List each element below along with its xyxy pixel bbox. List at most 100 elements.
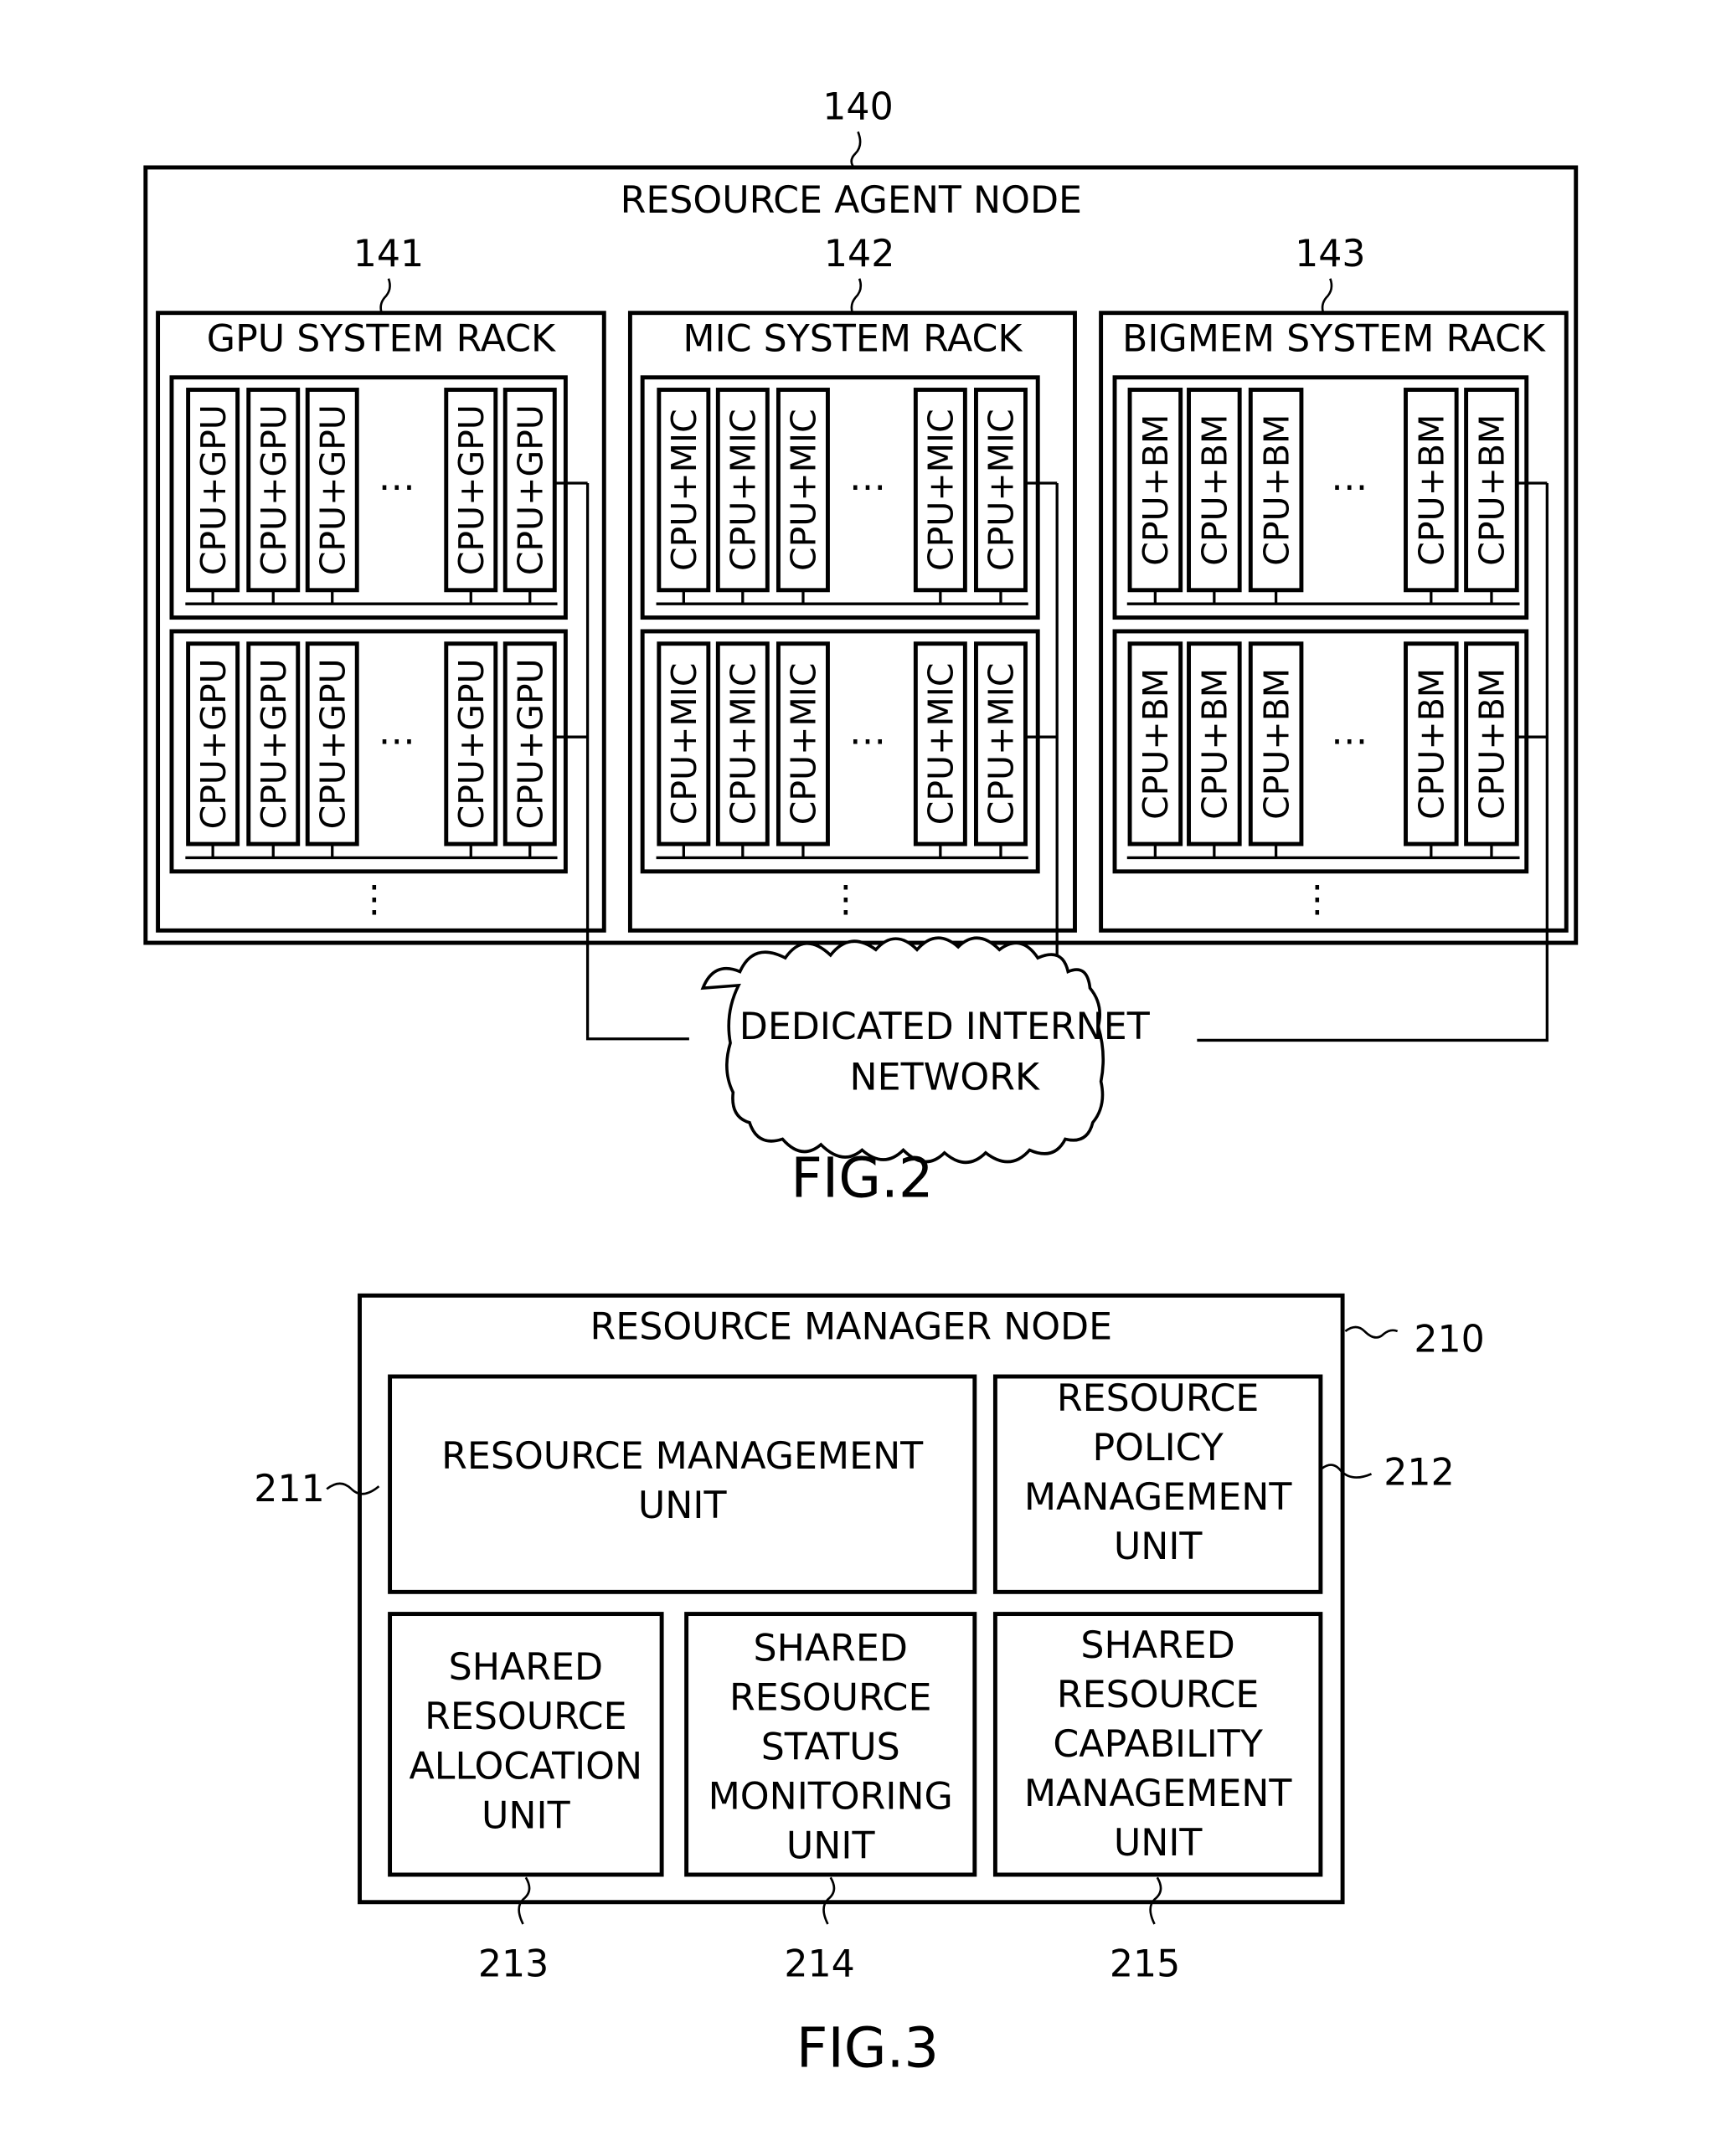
unit-label-line: RESOURCE MANAGEMENT (441, 1435, 924, 1478)
card-label: CPU+MIC (921, 409, 961, 571)
more-cards-ellipsis: … (1331, 456, 1368, 499)
card-label: CPU+MIC (982, 409, 1022, 571)
compute-node-card: CPU+BM (1127, 388, 1183, 605)
card-label: CPU+BM (1136, 414, 1176, 566)
compute-node-card: CPU+MIC (913, 388, 967, 605)
ref-140: 140 (822, 86, 893, 129)
card-label: CPU+MIC (921, 663, 961, 826)
unit-label-line: SHARED (449, 1646, 603, 1689)
unit-label-line: STATUS (761, 1726, 900, 1768)
compute-node-card: CPU+BM (1127, 641, 1183, 858)
ref-141: 141 (353, 233, 424, 275)
rack-box (1099, 311, 1569, 933)
leader-143 (1321, 278, 1333, 314)
unit-label-line: MANAGEMENT (1024, 1476, 1293, 1519)
card-label: CPU+MIC (724, 409, 764, 571)
card-label: CPU+BM (1256, 668, 1296, 820)
more-subracks-ellipsis: ⋮ (356, 877, 393, 920)
compute-node-card: CPU+GPU (502, 388, 557, 605)
leader-142 (850, 278, 863, 314)
card-label: CPU+BM (1136, 668, 1176, 820)
leader-211 (326, 1482, 380, 1495)
card-label: CPU+GPU (312, 404, 353, 575)
unit-label-line: CAPABILITY (1053, 1723, 1263, 1766)
leader-140 (850, 131, 862, 168)
unit-212: RESOURCE POLICY MANAGEMENT UNIT 212 (992, 1374, 1455, 1594)
compute-node-card: CPU+GPU (186, 641, 240, 858)
leader-210 (1344, 1325, 1399, 1339)
more-cards-ellipsis: … (1331, 710, 1368, 753)
resource-manager-node-title: RESOURCE MANAGER NODE (590, 1306, 1113, 1349)
fig3-caption: FIG.3 (796, 2016, 939, 2080)
card-label: CPU+BM (1195, 414, 1235, 566)
resource-agent-node-title: RESOURCE AGENT NODE (621, 179, 1082, 222)
more-cards-ellipsis: … (379, 456, 415, 499)
leader-212 (1321, 1464, 1373, 1479)
card-label: CPU+GPU (193, 404, 234, 575)
compute-node-card: CPU+GPU (502, 641, 557, 858)
card-label: CPU+GPU (254, 658, 294, 829)
unit-label-line: UNIT (786, 1824, 876, 1867)
more-subracks-ellipsis: ⋮ (827, 877, 864, 920)
unit-label-line: MANAGEMENT (1024, 1773, 1293, 1815)
compute-node-card: CPU+BM (1464, 388, 1519, 605)
compute-node-card: CPU+GPU (246, 388, 301, 605)
compute-node-card: CPU+GPU (305, 388, 359, 605)
card-label: CPU+BM (1412, 414, 1452, 566)
unit-215: SHARED RESOURCE CAPABILITY MANAGEMENT UNIT 21… (992, 1612, 1323, 1985)
compute-node-card: CPU+MIC (657, 388, 711, 605)
sub-rack: CPU+MIC CPU+MIC CPU+MIC CPU+MIC CPU+MIC… (640, 375, 1058, 620)
ref-211: 211 (254, 1468, 324, 1510)
card-label: CPU+BM (1195, 668, 1235, 820)
rack-title: MIC SYSTEM RACK (683, 318, 1023, 361)
compute-node-card: CPU+BM (1404, 388, 1459, 605)
card-label: CPU+GPU (193, 658, 234, 829)
fig2: 140 RESOURCE AGENT NODE 141 GPU SYSTEM RA… (143, 86, 1579, 1210)
unit-label-line: RESOURCE (1057, 1674, 1259, 1716)
rack-142: 142MIC SYSTEM RACKCPU+MIC CPU+MIC CPU+MIC C… (627, 233, 1077, 933)
fig2-caption: FIG.2 (791, 1146, 933, 1210)
compute-node-card: CPU+GPU (444, 641, 498, 858)
compute-node-card: CPU+MIC (776, 388, 830, 605)
unit-label-line: RESOURCE (425, 1695, 626, 1738)
compute-node-card: CPU+MIC (913, 641, 967, 858)
unit-214: SHARED RESOURCE STATUS MONITORING UNIT 214 (684, 1612, 977, 1985)
ref-213: 213 (478, 1942, 549, 1985)
unit-label-line: MONITORING (709, 1775, 953, 1818)
sub-rack: CPU+GPU CPU+GPU CPU+GPU CPU+GPU CPU+GPU… (169, 375, 588, 620)
card-label: CPU+MIC (664, 409, 704, 571)
card-label: CPU+BM (1472, 414, 1512, 566)
sub-rack: CPU+GPU CPU+GPU CPU+GPU CPU+GPU CPU+GPU… (169, 629, 588, 874)
compute-node-card: CPU+MIC (715, 388, 770, 605)
unit-label-line: UNIT (1114, 1822, 1203, 1865)
sub-rack: CPU+MIC CPU+MIC CPU+MIC CPU+MIC CPU+MIC… (640, 629, 1058, 874)
unit-211: RESOURCE MANAGEMENT UNIT 211 (254, 1374, 977, 1594)
unit-label-line: SHARED (1080, 1624, 1234, 1667)
rack-title: GPU SYSTEM RACK (207, 318, 556, 361)
ref-210: 210 (1414, 1318, 1484, 1361)
network-label-line2: NETWORK (850, 1056, 1040, 1099)
compute-node-card: CPU+BM (1187, 388, 1242, 605)
card-label: CPU+GPU (254, 404, 294, 575)
compute-node-card: CPU+MIC (776, 641, 830, 858)
card-label: CPU+BM (1256, 414, 1296, 566)
card-label: CPU+MIC (784, 409, 824, 571)
unit-label-line: SHARED (754, 1627, 908, 1670)
compute-node-card: CPU+GPU (186, 388, 240, 605)
unit-label-line: RESOURCE (729, 1676, 931, 1719)
rack-141: 141 GPU SYSTEM RACK CPU+GPU CPU+GPU CPU+GPU C… (156, 233, 606, 933)
compute-node-card: CPU+GPU (246, 641, 301, 858)
card-label: CPU+MIC (664, 663, 704, 826)
more-cards-ellipsis: … (849, 710, 886, 753)
card-label: CPU+GPU (511, 404, 551, 575)
unit-label-line: ALLOCATION (410, 1745, 643, 1788)
card-label: CPU+GPU (451, 658, 492, 829)
sub-rack: CPU+BM CPU+BM CPU+BM CPU+BM CPU+BM … (1112, 375, 1548, 620)
ref-214: 214 (784, 1942, 854, 1985)
card-label: CPU+BM (1472, 668, 1512, 820)
ref-212: 212 (1384, 1451, 1454, 1494)
compute-node-card: CPU+BM (1248, 641, 1304, 858)
card-label: CPU+GPU (511, 658, 551, 829)
unit-label-line: UNIT (1114, 1526, 1203, 1568)
card-label: CPU+MIC (784, 663, 824, 826)
